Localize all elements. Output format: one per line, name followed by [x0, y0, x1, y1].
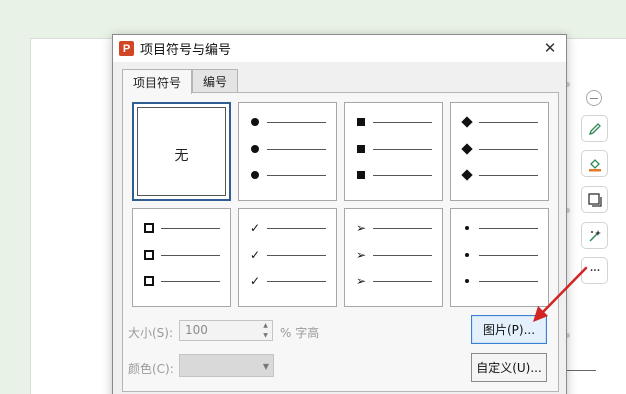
- checkmark-icon: ✓: [249, 274, 261, 288]
- fill-tool-button[interactable]: [581, 150, 608, 177]
- dialog-titlebar: P 项目符号与编号 ✕: [113, 35, 566, 62]
- chevron-down-icon[interactable]: ▼: [259, 331, 272, 341]
- arrowhead-icon: ➢: [355, 248, 367, 262]
- color-dropdown[interactable]: ▼: [179, 354, 274, 377]
- checkmark-icon: ✓: [249, 248, 261, 262]
- bullet-option-small-dot[interactable]: [450, 208, 549, 307]
- chevron-down-icon: ▼: [262, 362, 269, 371]
- checkmark-icon: ✓: [249, 221, 261, 235]
- bullet-square-icon: [355, 169, 367, 181]
- bullet-option-circle[interactable]: [238, 102, 337, 201]
- fill-icon: [588, 158, 601, 171]
- bullet-hollow-square-icon: [143, 275, 155, 287]
- tab-numbering[interactable]: 编号: [192, 69, 239, 93]
- size-unit-label: % 字高: [280, 326, 320, 340]
- bullet-hollow-square-icon: [143, 222, 155, 234]
- size-stepper[interactable]: ▲ ▼: [259, 321, 272, 340]
- bullet-square-icon: [355, 116, 367, 128]
- bullet-circle-icon: [249, 169, 261, 181]
- bullet-option-hollow-square[interactable]: [132, 208, 231, 307]
- size-label: 大小(S):: [128, 326, 174, 340]
- bullet-small-dot-icon: [461, 249, 473, 261]
- bullet-option-none[interactable]: 无: [132, 102, 231, 201]
- bullet-square-icon: [355, 143, 367, 155]
- minus-icon[interactable]: [586, 90, 602, 106]
- bullet-small-dot-icon: [461, 275, 473, 287]
- more-icon: ···: [589, 262, 600, 279]
- bullet-option-diamond[interactable]: [450, 102, 549, 201]
- bullet-none-label: 无: [174, 148, 189, 164]
- bullet-diamond-icon: [461, 169, 473, 181]
- bullets-panel: 无 ✓ ✓ ✓ ➢ ➢ ➢: [122, 92, 559, 392]
- bullet-hollow-square-icon: [143, 249, 155, 261]
- effects-tool-button[interactable]: [581, 222, 608, 249]
- frame-icon: [587, 192, 602, 207]
- bullets-numbering-dialog: P 项目符号与编号 ✕ 项目符号 编号 无 ✓ ✓ ✓ ➢ ➢ ➢ 大小(S):…: [112, 34, 567, 394]
- bullet-option-arrowhead[interactable]: ➢ ➢ ➢: [344, 208, 443, 307]
- custom-button[interactable]: 自定义(U)...: [471, 353, 547, 382]
- bullet-diamond-icon: [461, 143, 473, 155]
- arrowhead-icon: ➢: [355, 221, 367, 235]
- close-icon[interactable]: ✕: [541, 39, 559, 57]
- tab-bullets[interactable]: 项目符号: [122, 69, 193, 94]
- chevron-up-icon[interactable]: ▲: [259, 321, 272, 331]
- magic-wand-icon: [588, 229, 601, 242]
- app-icon: P: [119, 41, 134, 56]
- bullet-circle-icon: [249, 143, 261, 155]
- bullet-small-dot-icon: [461, 222, 473, 234]
- bullet-diamond-icon: [461, 116, 473, 128]
- bullet-option-square[interactable]: [344, 102, 443, 201]
- more-button[interactable]: ···: [581, 257, 608, 284]
- pen-tool-button[interactable]: [581, 115, 608, 142]
- bullet-option-checkmark[interactable]: ✓ ✓ ✓: [238, 208, 337, 307]
- page-divider: [566, 370, 596, 371]
- pen-icon: [588, 122, 601, 135]
- dialog-title: 项目符号与编号: [140, 43, 232, 58]
- color-label: 颜色(C):: [128, 362, 174, 376]
- bullet-circle-icon: [249, 116, 261, 128]
- picture-button[interactable]: 图片(P)...: [471, 315, 547, 344]
- arrowhead-icon: ➢: [355, 274, 367, 288]
- tab-bar: 项目符号 编号: [122, 69, 239, 94]
- frame-tool-button[interactable]: [581, 186, 608, 213]
